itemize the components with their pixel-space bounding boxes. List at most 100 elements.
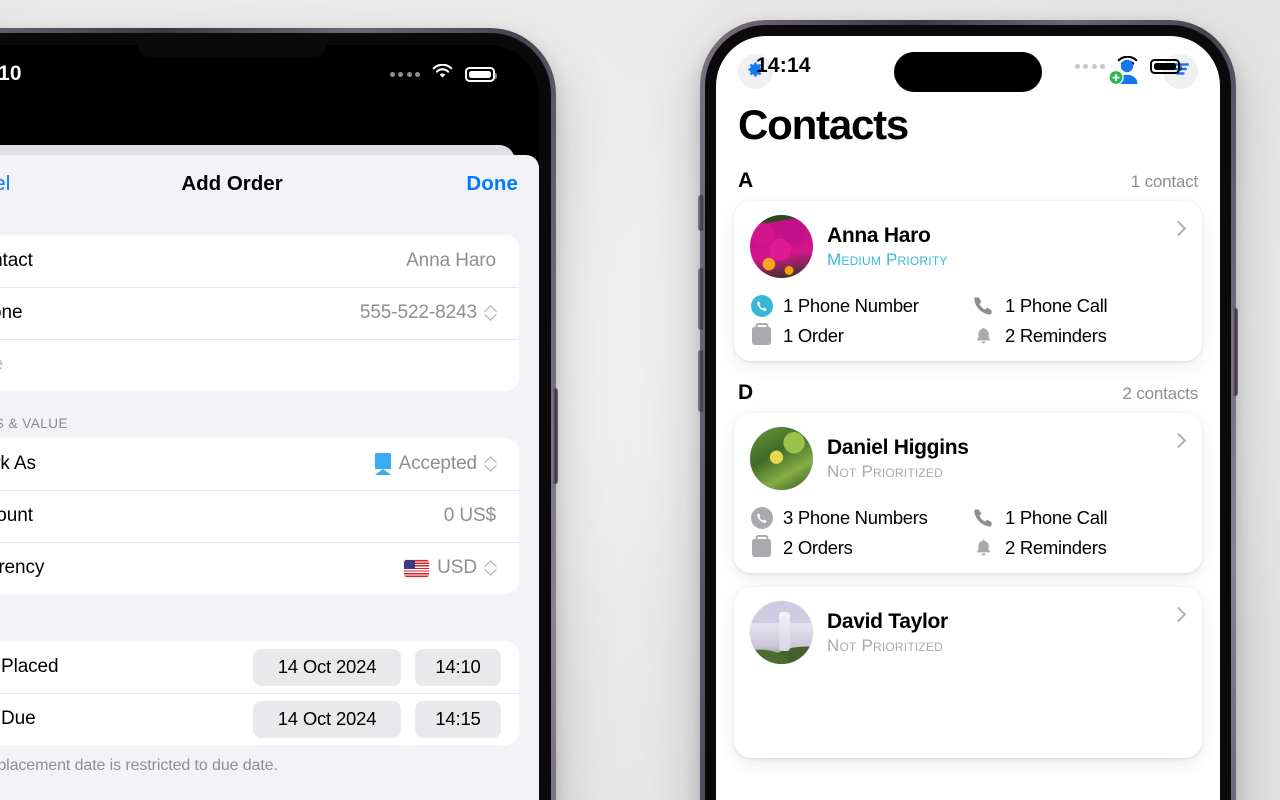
right-phone-device: 14:14 Contacts A 1 contact Anna Haro Med… <box>698 20 1238 800</box>
status-bar-right: 14:14 <box>716 36 1220 96</box>
dates-footnote: Latest placement date is restricted to d… <box>0 757 278 774</box>
mark-as-label: Mark As <box>0 453 36 474</box>
dates-section-header: DATES <box>0 619 539 641</box>
priority-badge: Not Prioritized <box>827 635 944 655</box>
contact-name: Daniel Higgins <box>827 435 969 459</box>
stat-label: 1 Phone Number <box>783 294 919 316</box>
stat-label: 2 Reminders <box>1005 324 1107 346</box>
status-icons-left <box>389 63 497 84</box>
status-time-right: 14:14 <box>756 54 811 77</box>
amount-value: 0 US$ <box>443 505 496 526</box>
contact-name: David Taylor <box>827 609 948 633</box>
amount-label: Amount <box>0 505 33 526</box>
row-placed: Placed 14 Oct 2024 14:10 <box>0 641 519 693</box>
bell-icon <box>972 536 995 559</box>
stat-label: 2 Reminders <box>1005 536 1107 558</box>
contact-card-david[interactable]: David Taylor Not Prioritized <box>734 587 1202 758</box>
signal-dots-icon <box>1074 63 1105 69</box>
row-currency[interactable]: Currency USD <box>0 542 519 594</box>
row-title[interactable]: Title <box>0 339 519 391</box>
contact-stats <box>750 680 1186 744</box>
section-letter: A <box>738 169 754 192</box>
phone-handset-icon <box>972 506 995 529</box>
due-date-field[interactable]: 14 Oct 2024 <box>253 700 401 738</box>
contact-label: Contact <box>0 250 33 271</box>
priority-badge: Not Prioritized <box>827 461 944 481</box>
status-section-header: STATUS & VALUE <box>0 416 69 431</box>
chevron-updown-icon[interactable] <box>485 305 496 321</box>
power-button-right[interactable] <box>1232 308 1238 396</box>
right-phone-screen: 14:14 Contacts A 1 contact Anna Haro Med… <box>716 36 1220 800</box>
contact-name-block: David Taylor Not Prioritized <box>827 610 948 656</box>
bookmark-icon <box>374 453 391 475</box>
stat-reminders: 2 Reminders <box>972 536 1186 559</box>
chevron-updown-icon[interactable] <box>485 456 496 472</box>
contact-card: Contact Anna Haro Phone 555-522-8243 Tit… <box>0 235 519 391</box>
chevron-right-icon[interactable] <box>1170 606 1187 623</box>
chevron-right-icon[interactable] <box>1170 220 1187 237</box>
status-time-left: 14:10 <box>0 62 22 85</box>
contact-stats: 3 Phone Numbers 1 Phone Call 2 Orders 2 … <box>750 506 1186 559</box>
contact-card-daniel[interactable]: Daniel Higgins Not Prioritized 3 Phone N… <box>734 413 1202 573</box>
stat-orders: 1 Order <box>750 324 964 347</box>
page-title: Contacts <box>738 101 909 148</box>
contact-name: Anna Haro <box>827 223 931 247</box>
phone-label: Phone <box>0 302 23 323</box>
contact-card-anna[interactable]: Anna Haro Medium Priority 1 Phone Number… <box>734 201 1202 361</box>
signal-dots-icon <box>389 71 420 77</box>
briefcase-icon <box>750 324 773 347</box>
row-due: Due 14 Oct 2024 14:15 <box>0 693 519 745</box>
currency-label: Currency <box>0 557 45 578</box>
stat-reminders: 2 Reminders <box>972 324 1186 347</box>
due-time-field[interactable]: 14:15 <box>415 700 501 738</box>
volume-down-right[interactable] <box>698 350 704 412</box>
phone-filled-icon <box>750 294 773 317</box>
stat-label: 1 Phone Call <box>1005 506 1108 528</box>
chevron-updown-icon[interactable] <box>485 560 496 576</box>
add-contact-button[interactable] <box>1107 57 1141 87</box>
contact-header: Anna Haro Medium Priority <box>750 215 1187 278</box>
phone-filled-icon <box>750 506 773 529</box>
battery-full-icon <box>1150 58 1182 74</box>
title-input[interactable]: Title <box>0 354 3 376</box>
contact-name-block: Anna Haro Medium Priority <box>827 224 948 270</box>
stat-label: 1 Phone Call <box>1005 294 1108 316</box>
section-header-d: D 2 contacts <box>716 361 1220 413</box>
section-header-a: A 1 contact <box>716 149 1220 201</box>
row-mark-as[interactable]: Mark As Accepted <box>0 438 519 490</box>
sheet-nav-bar: Cancel Add Order Done <box>0 155 539 213</box>
chevron-right-icon[interactable] <box>1170 432 1187 449</box>
placed-date-field[interactable]: 14 Oct 2024 <box>253 648 401 686</box>
page-title: Add Order <box>181 172 283 195</box>
dates-card: Placed 14 Oct 2024 14:10 Due 14 Oct 2024… <box>0 641 519 745</box>
row-amount[interactable]: Amount 0 US$ <box>0 490 519 542</box>
bell-icon <box>972 324 995 347</box>
mute-switch-right[interactable] <box>698 195 704 231</box>
currency-value-wrap: USD <box>404 557 496 579</box>
avatar <box>750 215 813 278</box>
briefcase-icon <box>750 536 773 559</box>
currency-value: USD <box>437 557 477 578</box>
volume-up-right[interactable] <box>698 268 704 330</box>
section-count: 1 contact <box>1130 172 1198 191</box>
contact-value: Anna Haro <box>406 250 496 271</box>
status-bar-left: 14:10 <box>0 45 539 103</box>
row-phone[interactable]: Phone 555-522-8243 <box>0 287 519 339</box>
row-contact[interactable]: Contact Anna Haro <box>0 235 519 287</box>
avatar <box>750 601 813 664</box>
phone-value-wrap: 555-522-8243 <box>360 302 496 324</box>
phone-value: 555-522-8243 <box>359 302 477 323</box>
priority-badge: Medium Priority <box>827 249 948 269</box>
stat-label: 2 Orders <box>783 536 853 558</box>
mark-as-value: Accepted <box>398 453 478 474</box>
stat-label: 1 Order <box>783 324 844 346</box>
wifi-icon <box>432 63 453 84</box>
contact-stats: 1 Phone Number 1 Phone Call 1 Order 2 Re… <box>750 294 1186 347</box>
avatar <box>750 427 813 490</box>
stat-orders: 2 Orders <box>750 536 964 559</box>
us-flag-icon <box>404 559 430 577</box>
left-phone-device: 14:10 Cancel Add Order Done Contact <box>0 28 558 800</box>
status-card: Mark As Accepted Amount 0 US$ Currency <box>0 438 519 594</box>
power-button-left[interactable] <box>552 388 558 484</box>
placed-time-field[interactable]: 14:10 <box>415 648 501 686</box>
